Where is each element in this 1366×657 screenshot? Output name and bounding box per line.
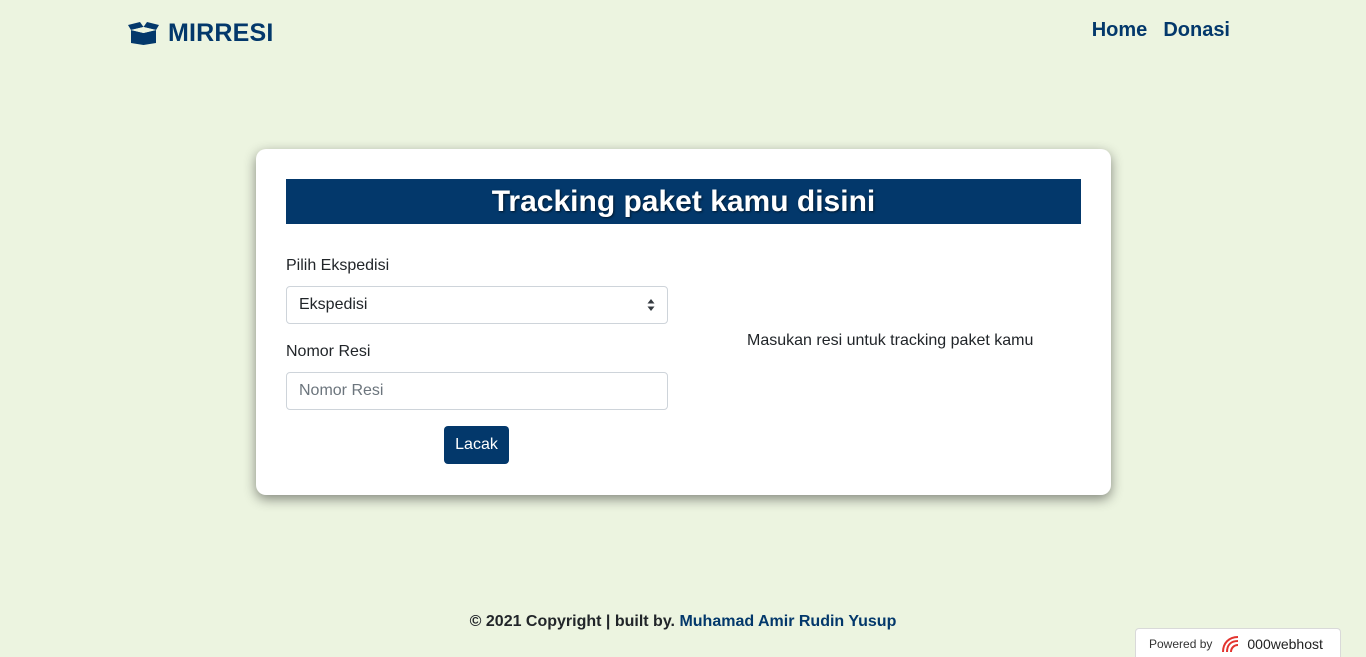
expedition-selected-value: Ekspedisi (299, 296, 368, 313)
footer-author-link[interactable]: Muhamad Amir Rudin Yusup (679, 613, 896, 630)
nav-link-donasi[interactable]: Donasi (1163, 19, 1230, 42)
expedition-label: Pilih Ekspedisi (286, 257, 390, 274)
select-caret-icon (647, 299, 655, 311)
resi-label: Nomor Resi (286, 343, 371, 360)
webhost-logo-icon (1222, 635, 1239, 652)
powered-by-brand: 000webhost (1247, 635, 1323, 652)
box-open-icon (128, 22, 159, 45)
result-message: Masukan resi untuk tracking paket kamu (747, 332, 1034, 349)
powered-by-badge[interactable]: Powered by 000webhost (1135, 628, 1341, 657)
powered-by-label: Powered by (1149, 636, 1213, 651)
tracking-card: Tracking paket kamu disini Pilih Ekspedi… (256, 149, 1111, 495)
resi-input[interactable] (286, 372, 668, 410)
nav-link-home[interactable]: Home (1092, 19, 1148, 42)
expedition-select[interactable]: Ekspedisi (286, 286, 668, 324)
brand-name: MIRRESI (168, 18, 274, 47)
card-title: Tracking paket kamu disini (286, 179, 1081, 224)
navbar: MIRRESI Home Donasi (0, 0, 1366, 66)
nav-links: Home Donasi (1092, 19, 1230, 42)
footer-copyright: © 2021 Copyright | built by. (469, 613, 675, 630)
brand-link[interactable]: MIRRESI (128, 17, 274, 49)
lacak-button[interactable]: Lacak (444, 426, 509, 464)
